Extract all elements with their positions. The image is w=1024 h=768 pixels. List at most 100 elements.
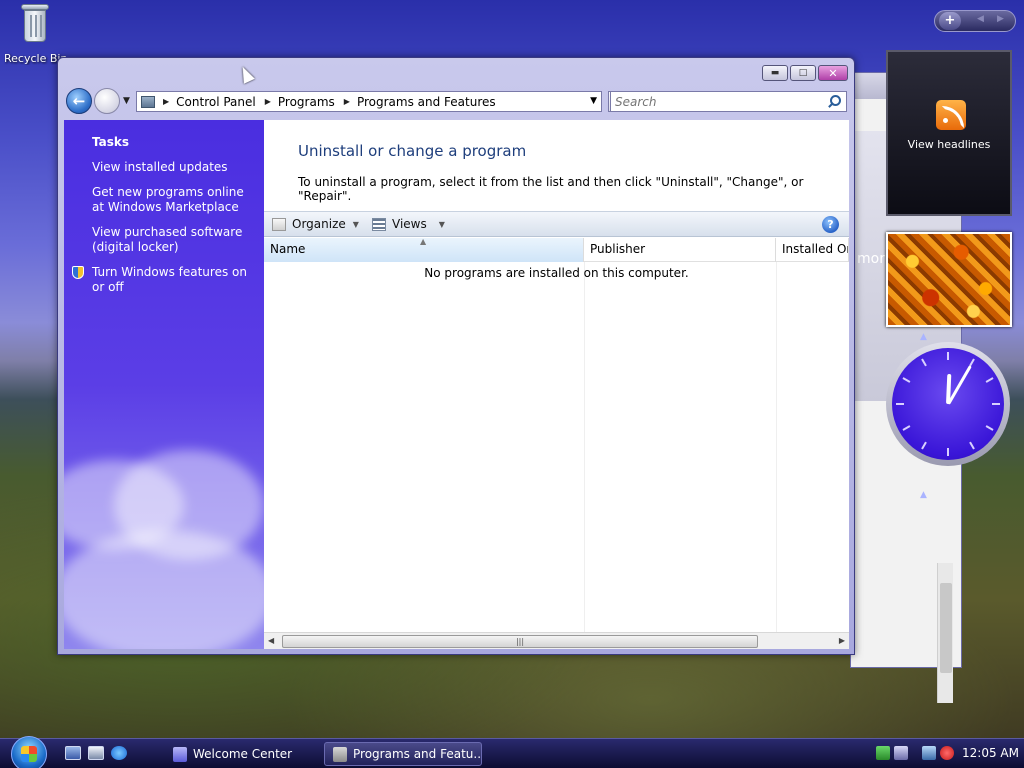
sidebar-previous-icon[interactable]: ◀ (977, 14, 984, 24)
empty-list-message: No programs are installed on this comput… (424, 266, 689, 280)
maximize-button[interactable]: □ (790, 65, 816, 81)
sort-ascending-icon: ▲ (420, 237, 427, 246)
volume-muted-icon[interactable] (940, 746, 954, 760)
taskbar: Welcome Center Programs and Featu... 12:… (0, 736, 1024, 768)
command-toolbar: Organize ▼ Views ▼ ? (264, 211, 849, 237)
views-button[interactable]: Views ▼ (372, 217, 445, 231)
organize-label: Organize (292, 217, 346, 231)
address-bar[interactable]: ▶ Control Panel ▶ Programs ▶ Programs an… (136, 91, 602, 112)
chevron-down-icon: ▼ (352, 219, 359, 229)
breadcrumb-programs-and-features[interactable]: Programs and Features (357, 95, 496, 109)
breadcrumb-arrow-icon[interactable]: ▶ (344, 97, 350, 106)
taskbar-button-label: Programs and Featu... (353, 747, 482, 761)
gadget-scroll-up-icon[interactable]: ▲ (920, 332, 927, 342)
feed-headlines-label[interactable]: View headlines (888, 138, 1010, 151)
security-icon[interactable] (876, 746, 890, 760)
chevron-down-icon: ▼ (438, 219, 445, 229)
column-header-publisher[interactable]: Publisher (584, 238, 776, 262)
tasks-pane: Tasks View installed updates Get new pro… (64, 120, 264, 649)
programs-and-features-icon (333, 747, 347, 762)
taskbar-button-programs-and-features[interactable]: Programs and Featu... (324, 742, 482, 766)
clock-tick (947, 448, 949, 456)
scroll-right-icon[interactable]: ▶ (839, 636, 845, 645)
task-get-new-programs[interactable]: Get new programs online at Windows Marke… (92, 185, 257, 215)
clock-gadget[interactable] (886, 342, 1010, 466)
navigation-bar: ← ▼ ▶ Control Panel ▶ Programs ▶ Program… (64, 88, 848, 116)
windows-update-icon[interactable] (894, 746, 908, 760)
clock-tick (921, 441, 927, 450)
views-label: Views (392, 217, 427, 231)
caption-buttons: ▬ □ ✕ (762, 65, 848, 81)
help-icon[interactable]: ? (822, 216, 839, 233)
horizontal-scrollbar[interactable]: ◀ ||| ▶ (264, 632, 849, 649)
feed-headlines-gadget[interactable]: View headlines (886, 50, 1012, 216)
recent-pages-dropdown[interactable]: ▼ (123, 96, 130, 106)
background-window-scrollbar[interactable] (937, 563, 953, 703)
taskbar-clock[interactable]: 12:05 AM (962, 746, 1019, 760)
welcome-center-icon (173, 747, 187, 762)
recycle-bin-icon (19, 2, 51, 44)
clock-tick (902, 377, 911, 383)
taskbar-button-label: Welcome Center (193, 747, 293, 761)
breadcrumb-arrow-icon[interactable]: ▶ (265, 97, 271, 106)
horizontal-scroll-thumb[interactable]: ||| (282, 635, 758, 648)
notification-area: 12:05 AM (870, 739, 1024, 768)
clock-tick (896, 403, 904, 405)
window-client-area: Tasks View installed updates Get new pro… (64, 120, 849, 649)
organize-button[interactable]: Organize ▼ (272, 217, 359, 231)
back-arrow-icon: ← (72, 92, 86, 110)
close-button[interactable]: ✕ (818, 65, 848, 81)
search-input[interactable] (611, 92, 811, 111)
background-scroll-thumb[interactable] (940, 583, 952, 673)
sidebar-controls: + ◀ ▶ (934, 10, 1016, 32)
clock-tick (992, 403, 1000, 405)
control-panel-icon (141, 95, 155, 108)
column-header-name[interactable]: ▲ Name (264, 237, 584, 262)
page-description: To uninstall a program, select it from t… (298, 175, 804, 203)
column-headers: ▲ Name Publisher Installed On (264, 237, 849, 262)
breadcrumb-arrow-icon[interactable]: ▶ (163, 97, 169, 106)
column-divider (776, 262, 777, 632)
internet-explorer-icon[interactable] (111, 746, 127, 760)
background-window-text: mor (857, 251, 885, 267)
clock-tick (969, 441, 975, 450)
task-view-purchased-software[interactable]: View purchased software (digital locker) (92, 225, 257, 255)
cloud-decoration (64, 530, 264, 649)
slideshow-gadget[interactable] (886, 232, 1012, 327)
back-button[interactable]: ← (66, 88, 92, 114)
start-button[interactable] (11, 736, 47, 768)
column-divider (584, 262, 585, 632)
forward-button[interactable] (94, 88, 120, 114)
show-desktop-icon[interactable] (65, 746, 81, 760)
clock-tick (985, 425, 994, 431)
gadget-scroll-up-icon[interactable]: ▲ (920, 490, 927, 500)
clock-tick (902, 425, 911, 431)
minimize-button[interactable]: ▬ (762, 65, 788, 81)
address-dropdown-icon[interactable]: ▼ (590, 96, 597, 106)
clock-face (892, 348, 1004, 460)
breadcrumb-control-panel[interactable]: Control Panel (176, 95, 256, 109)
organize-icon (272, 217, 286, 231)
task-turn-windows-features[interactable]: Turn Windows features on or off (92, 265, 257, 295)
scroll-left-icon[interactable]: ◀ (268, 636, 274, 645)
network-icon[interactable] (922, 746, 936, 760)
shield-icon (72, 266, 84, 279)
add-gadget-button[interactable]: + (939, 12, 961, 30)
recycle-bin-desktop-icon[interactable]: Recycle Bin (4, 2, 66, 65)
sidebar-next-icon[interactable]: ▶ (997, 14, 1004, 24)
page-title: Uninstall or change a program (298, 142, 527, 160)
taskbar-button-welcome-center[interactable]: Welcome Center (164, 742, 322, 766)
tasks-heading: Tasks (92, 135, 130, 149)
views-icon (372, 217, 386, 231)
rss-feed-icon (936, 100, 966, 130)
main-content: Uninstall or change a program To uninsta… (264, 120, 849, 649)
column-header-installed-on[interactable]: Installed On (776, 238, 849, 262)
search-box[interactable] (610, 91, 847, 112)
search-icon[interactable] (830, 95, 841, 106)
clock-tick (947, 352, 949, 360)
breadcrumb-programs[interactable]: Programs (278, 95, 335, 109)
switch-windows-icon[interactable] (88, 746, 104, 760)
task-view-installed-updates[interactable]: View installed updates (92, 160, 257, 175)
clock-tick (985, 377, 994, 383)
clock-tick (921, 358, 927, 367)
